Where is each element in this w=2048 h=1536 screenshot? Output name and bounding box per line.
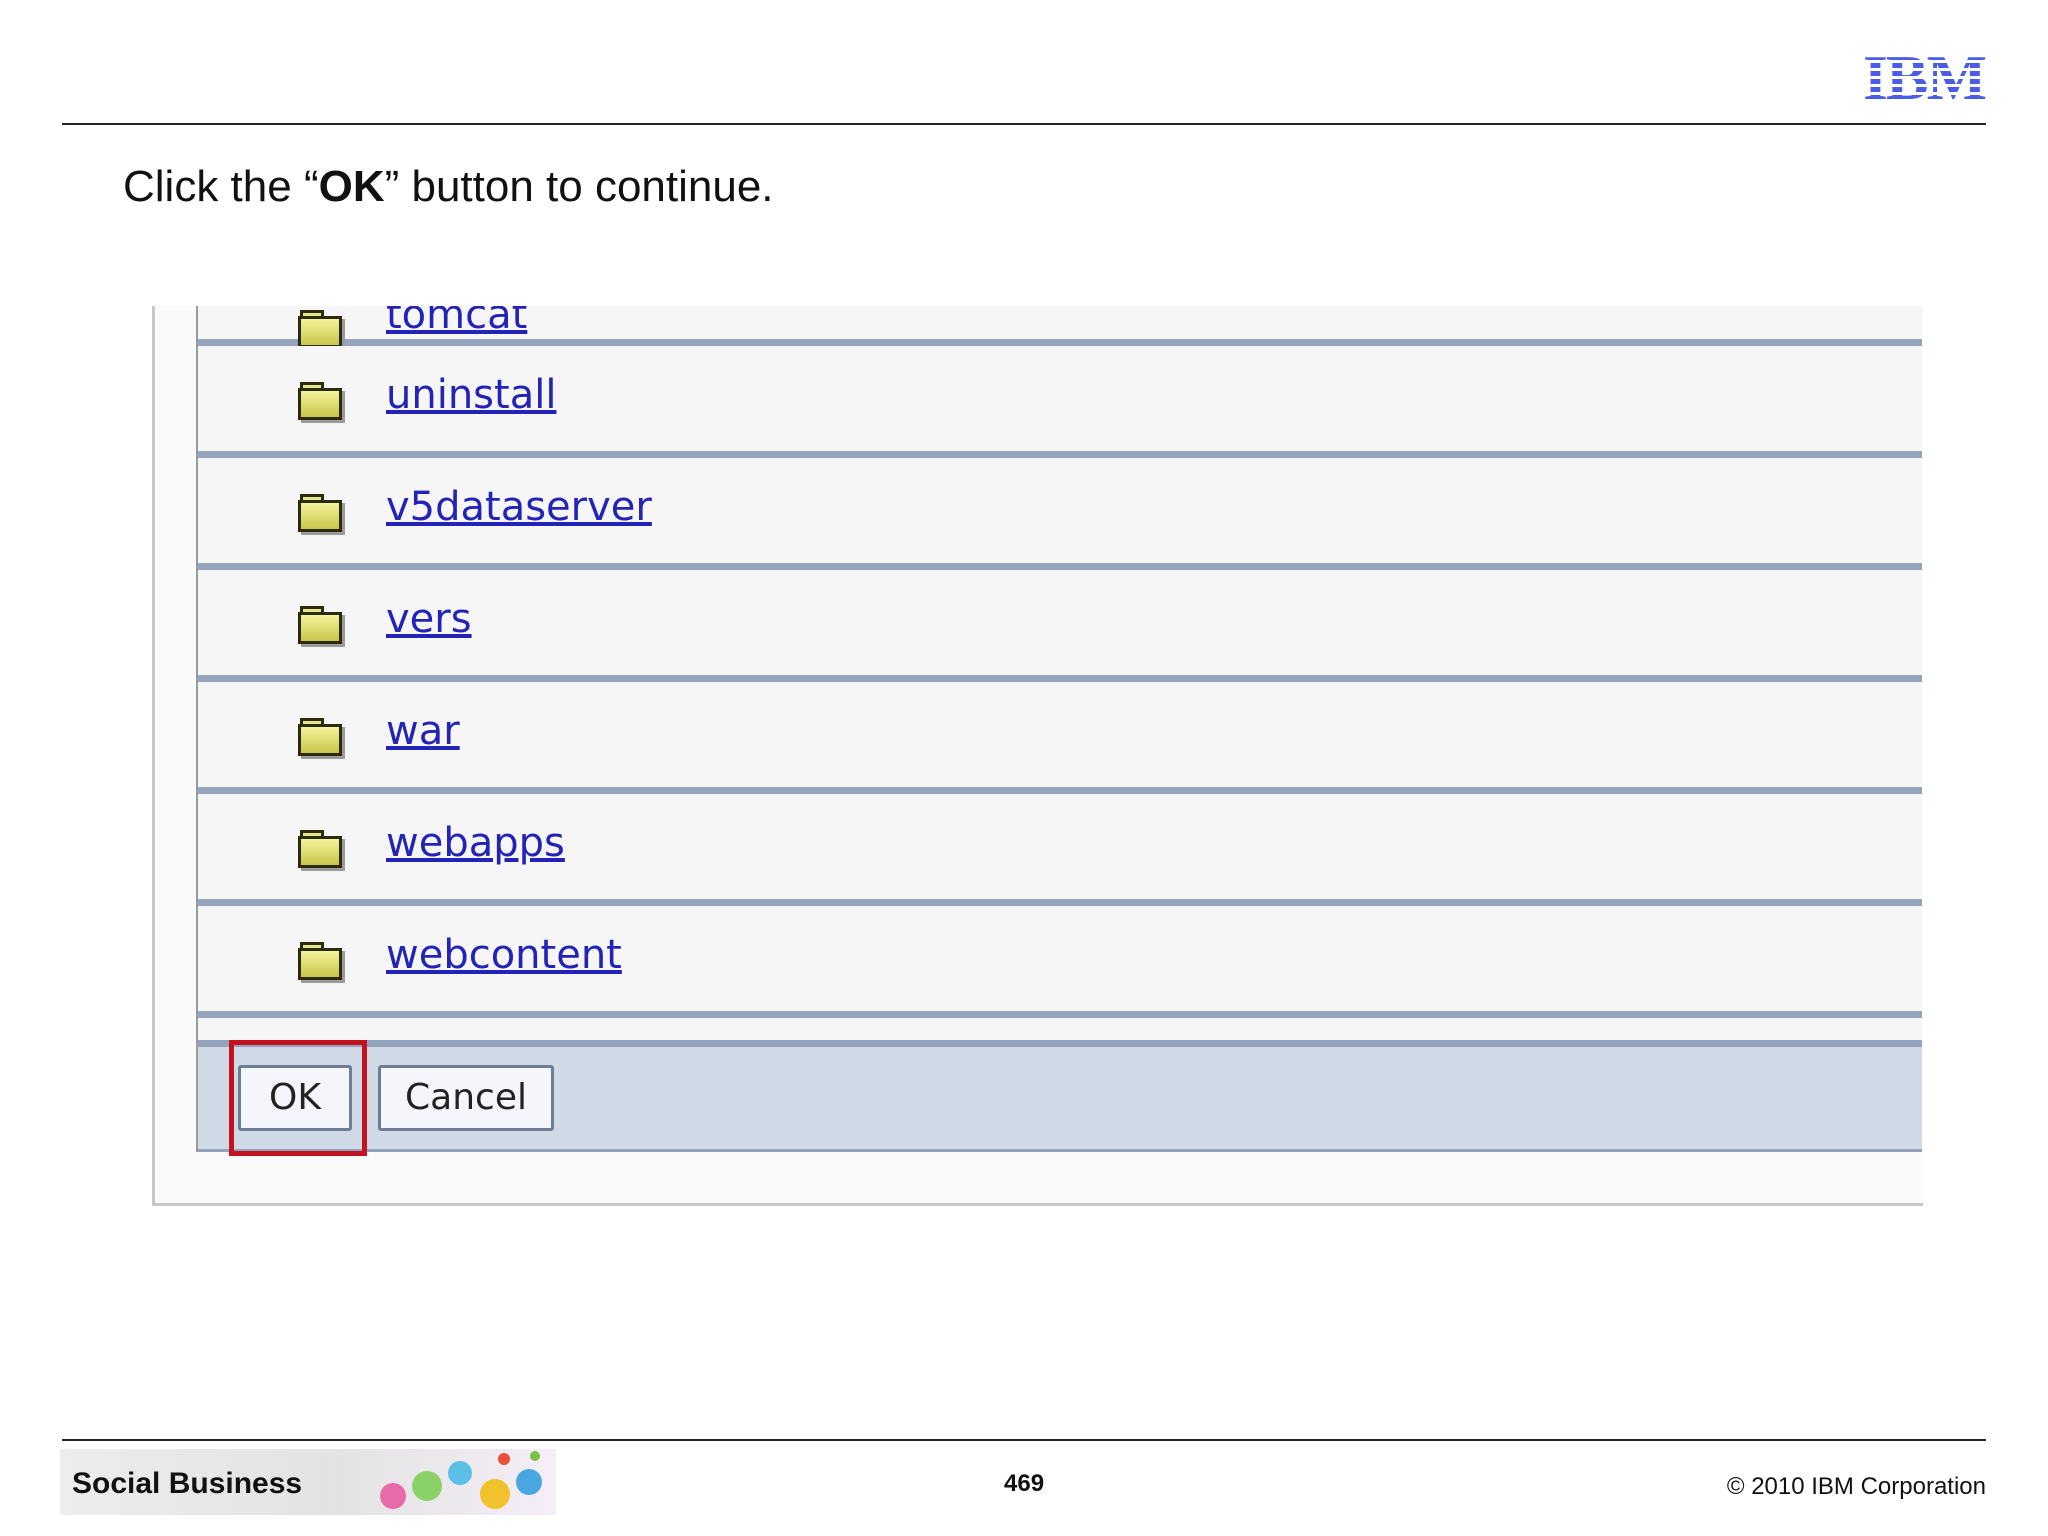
folder-icon: [298, 382, 342, 420]
list-item: webapps: [198, 794, 1922, 906]
folder-link-webcontent[interactable]: webcontent: [386, 932, 622, 978]
ok-highlight-box: [229, 1040, 367, 1156]
cancel-button[interactable]: Cancel: [378, 1065, 554, 1131]
folder-icon: [298, 942, 342, 980]
folder-link-uninstall[interactable]: uninstall: [386, 372, 556, 418]
folder-icon: [298, 830, 342, 868]
folder-link-war[interactable]: war: [386, 708, 460, 754]
instruction-bold: OK: [318, 162, 385, 211]
list-item: war: [198, 682, 1922, 794]
button-bar: OK Cancel: [198, 1040, 1922, 1152]
list-item: webcontent: [198, 906, 1922, 1018]
list-item: vers: [198, 570, 1922, 682]
people-graphic-icon: [516, 1469, 542, 1495]
folder-link-v5dataserver[interactable]: v5dataserver: [386, 484, 652, 530]
folder-icon: [298, 606, 342, 644]
file-list: tomcat uninstall v5dataserver vers war w…: [196, 306, 1922, 1152]
ibm-logo: IBM: [1858, 46, 1990, 110]
confetti-icon: [498, 1453, 510, 1465]
folder-icon: [298, 494, 342, 532]
folder-link-vers[interactable]: vers: [386, 596, 472, 642]
footer-divider: [62, 1439, 1986, 1441]
list-item: uninstall: [198, 346, 1922, 458]
people-graphic-icon: [412, 1471, 442, 1501]
confetti-icon: [530, 1451, 540, 1461]
people-graphic-icon: [480, 1479, 510, 1509]
header-divider: [62, 123, 1986, 125]
folder-icon: [298, 718, 342, 756]
people-graphic-icon: [380, 1483, 406, 1509]
folder-icon: [298, 310, 342, 348]
list-item: v5dataserver: [198, 458, 1922, 570]
footer-brand: Social Business: [72, 1467, 303, 1500]
folder-link-tomcat[interactable]: tomcat: [386, 306, 527, 338]
page-number: 469: [1004, 1470, 1045, 1497]
copyright-text: © 2010 IBM Corporation: [1726, 1473, 1986, 1500]
list-item: tomcat: [198, 306, 1922, 348]
footer-banner: Social Business: [60, 1449, 556, 1515]
instruction-text: Click the “OK” button to continue.: [123, 162, 774, 211]
people-graphic-icon: [448, 1461, 472, 1485]
folder-link-webapps[interactable]: webapps: [386, 820, 565, 866]
